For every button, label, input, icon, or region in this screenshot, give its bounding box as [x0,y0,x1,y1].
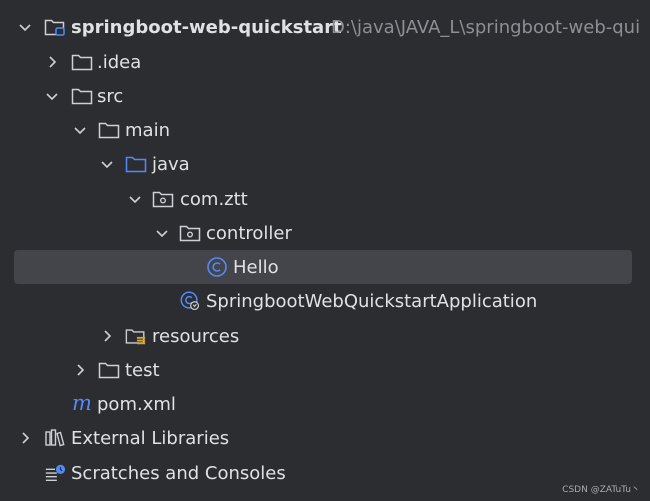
tree-row-test[interactable]: test [0,353,650,387]
project-module-folder-icon [44,10,66,44]
tree-item-label: SpringbootWebQuickstartApplication [206,290,538,312]
tree-row-java[interactable]: java [0,147,650,181]
folder-icon [98,353,120,387]
package-icon [179,216,201,250]
project-path: D:\java\JAVA_L\springboot-web-qui [331,16,641,38]
tree-item-label: src [97,85,124,107]
tree-item-label: pom.xml [97,393,176,415]
folder-icon [71,45,93,79]
chevron-down-icon[interactable] [154,216,170,250]
java-class-icon [206,250,228,284]
tree-item-label: main [125,119,170,141]
resources-folder-icon [125,319,147,353]
tree-row-pom[interactable]: m pom.xml [0,387,650,421]
tree-row-project[interactable]: springboot-web-quickstart D:\java\JAVA_L… [0,10,650,44]
source-root-folder-icon [125,147,147,181]
tree-row-controller[interactable]: controller [0,216,650,250]
tree-row-src[interactable]: src [0,79,650,113]
chevron-down-icon[interactable] [127,182,143,216]
chevron-down-icon[interactable] [44,79,60,113]
tree-row-hello[interactable]: Hello [0,250,650,284]
tree-row-external-libraries[interactable]: External Libraries [0,421,650,455]
chevron-down-icon[interactable] [99,147,115,181]
folder-icon [98,113,120,147]
tree-item-label: resources [152,325,240,347]
tree-item-label: springboot-web-quickstart [71,16,342,38]
tree-item-label: com.ztt [180,188,248,210]
chevron-right-icon[interactable] [44,45,60,79]
tree-item-label: .idea [97,51,142,73]
watermark: CSDN @ZATuTu丶 [562,485,640,495]
tree-row-scratches[interactable]: Scratches and Consoles [0,456,650,490]
chevron-down-icon[interactable] [17,10,33,44]
chevron-right-icon[interactable] [99,319,115,353]
scratches-icon [44,456,66,490]
folder-icon [71,79,93,113]
chevron-down-icon[interactable] [72,113,88,147]
chevron-right-icon[interactable] [17,421,33,455]
tree-item-label: External Libraries [71,427,230,449]
tree-row-main[interactable]: main [0,113,650,147]
package-icon [152,182,174,216]
tree-item-label: controller [206,222,292,244]
tree-row-package[interactable]: com.ztt [0,182,650,216]
tree-item-label: java [152,153,190,175]
tree-row-idea[interactable]: .idea [0,45,650,79]
svg-text:m: m [72,394,92,414]
tree-item-label: Hello [233,256,279,278]
libraries-icon [44,421,66,455]
tree-row-application[interactable]: SpringbootWebQuickstartApplication [0,284,650,318]
tree-item-label: Scratches and Consoles [71,462,286,484]
maven-icon: m [71,387,93,421]
tree-row-resources[interactable]: resources [0,319,650,353]
spring-boot-application-class-icon [179,284,201,318]
tree-item-label: test [125,359,160,381]
chevron-right-icon[interactable] [72,353,88,387]
